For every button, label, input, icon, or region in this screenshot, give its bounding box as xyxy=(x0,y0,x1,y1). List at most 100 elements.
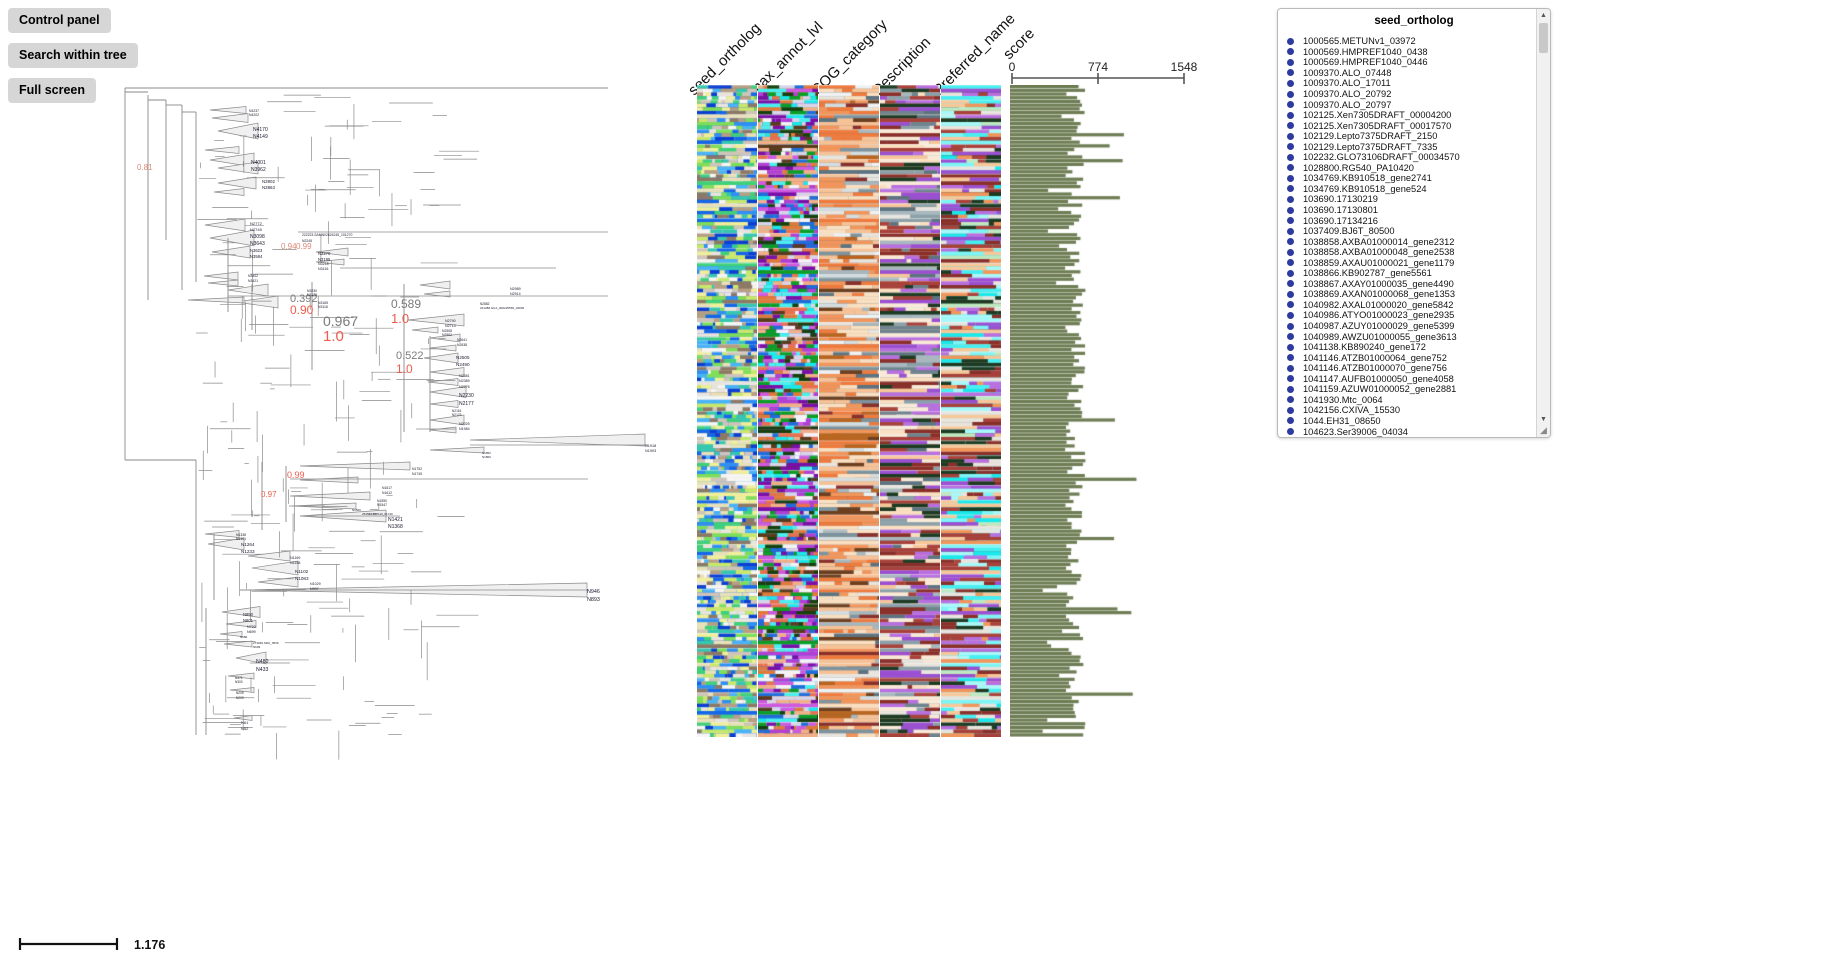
leaf-label[interactable]: N4202 xyxy=(249,113,259,117)
leaf-label[interactable]: N680 xyxy=(240,636,247,639)
leaf-label[interactable]: N1264 xyxy=(241,542,255,548)
leaf-label[interactable]: N4149 xyxy=(253,135,268,140)
legend-item[interactable]: 1009370.ALO_20792 xyxy=(1287,89,1537,100)
leaf-label[interactable]: N3584 xyxy=(250,254,262,259)
scroll-down-icon[interactable]: ▼ xyxy=(1537,413,1550,425)
legend-item[interactable]: 103690.17130219 xyxy=(1287,194,1537,205)
leaf-label[interactable]: N2914 xyxy=(510,292,521,297)
leaf-label[interactable]: N3270 xyxy=(318,251,330,256)
matrix-column-max_annot_lvl[interactable] xyxy=(758,85,818,737)
legend-item[interactable]: 103690.17130801 xyxy=(1287,205,1537,216)
leaf-label[interactable]: N893 xyxy=(587,597,600,603)
leaf-label[interactable]: N2638 xyxy=(457,343,467,347)
leaf-label[interactable]: N61 xyxy=(241,721,248,725)
leaf-label[interactable]: N209 xyxy=(236,696,244,700)
matrix-column-Preferred_name[interactable] xyxy=(941,85,1001,737)
leaf-label[interactable]: N3118 xyxy=(318,305,328,309)
leaf-label[interactable]: N1617 xyxy=(382,486,392,490)
phylogenetic-tree-panel[interactable]: 0.81 0.94 0.99 0.392 0.90 0.967 1.0 0.589 1.0 0.5… xyxy=(0,0,700,966)
leaf-label[interactable]: N2641 xyxy=(457,338,467,342)
leaf-label[interactable]: N3863 xyxy=(262,185,275,190)
matrix-column-seed_ortholog[interactable] xyxy=(697,85,757,737)
leaf-label[interactable]: N1301 xyxy=(236,537,246,541)
leaf-label[interactable]: N3402 xyxy=(248,274,258,278)
legend-item[interactable]: 104623.Ser39006_04034 xyxy=(1287,426,1537,437)
legend-item[interactable]: 102232.GLO73106DRAFT_00034570 xyxy=(1287,152,1537,163)
leaf-label[interactable]: N801 xyxy=(243,618,253,623)
leaf-label[interactable]: N480 xyxy=(256,659,268,665)
matrix-column-Description[interactable] xyxy=(880,85,940,737)
matrix-cells[interactable] xyxy=(941,85,1001,737)
matrix-column-score[interactable] xyxy=(1010,85,1190,737)
leaf-label[interactable]: N2772 xyxy=(250,222,262,226)
score-bars[interactable] xyxy=(1010,85,1190,737)
leaf-label[interactable]: N1158 xyxy=(290,561,300,566)
leaf-label[interactable]: N300 xyxy=(235,680,243,684)
leaf-label[interactable]: N2490 xyxy=(456,362,470,368)
legend-item[interactable]: 1041147.AUFB01000050_gene4058 xyxy=(1287,374,1537,385)
legend-item[interactable]: 1000569.HMPREF1040_0438 xyxy=(1287,47,1537,58)
legend-item[interactable]: 1000569.HMPREF1040_0446 xyxy=(1287,57,1537,68)
legend-item[interactable]: 102129.Lepto7375DRAFT_7335 xyxy=(1287,141,1537,152)
leaf-label[interactable]: N850 xyxy=(243,612,253,617)
legend-item[interactable]: 1034769.KB910518_gene2741 xyxy=(1287,173,1537,184)
legend-item[interactable]: 1041930.Mtc_0064 xyxy=(1287,395,1537,406)
legend-item[interactable]: 103690.17134216 xyxy=(1287,215,1537,226)
legend-item[interactable]: 102125.Xen7305DRAFT_00017570 xyxy=(1287,120,1537,131)
leaf-label[interactable]: N433 xyxy=(256,667,268,673)
leaf-label[interactable]: N3962 xyxy=(251,168,266,173)
legend-item[interactable]: 1034769.KB910518_gene524 xyxy=(1287,184,1537,195)
leaf-label[interactable]: N1984 xyxy=(459,427,470,432)
leaf-label[interactable]: N1752 xyxy=(412,467,422,471)
leaf-label[interactable]: N3643 xyxy=(250,242,265,247)
legend-item[interactable]: 1038858.AXBA01000014_gene2312 xyxy=(1287,236,1537,247)
leaf-label[interactable]: N3623 xyxy=(250,248,262,253)
legend-item[interactable]: 102129.Lepto7375DRAFT_2150 xyxy=(1287,131,1537,142)
leaf-label[interactable]: N52 xyxy=(241,727,248,731)
leaf-label[interactable]: N3179 xyxy=(307,293,317,297)
legend-item[interactable]: 1040986.ATYO01000023_gene2935 xyxy=(1287,310,1537,321)
legend-item[interactable]: 1041138.KB890240_gene172 xyxy=(1287,342,1537,353)
legend-item[interactable]: 1041159.AZUW01000052_gene2881 xyxy=(1287,384,1537,395)
leaf-label[interactable]: N1102 xyxy=(295,569,308,575)
leaf-label[interactable]: N2389 xyxy=(459,379,470,384)
legend-item[interactable]: 1038867.AXAY01000035_gene4490 xyxy=(1287,279,1537,290)
leaf-label[interactable]: N1903 xyxy=(645,449,656,454)
leaf-label[interactable]: N1083 xyxy=(295,576,309,582)
leaf-label[interactable]: N1612 xyxy=(382,491,392,495)
leaf-label[interactable]: N1233 xyxy=(241,549,255,555)
leaf-label[interactable]: N639 xyxy=(253,646,260,649)
scroll-up-icon[interactable]: ▲ xyxy=(1537,9,1550,21)
legend-panel[interactable]: seed_ortholog 1000565.METUNv1_03972 10005… xyxy=(1277,8,1551,438)
leaf-label[interactable]: N2177 xyxy=(459,402,474,407)
legend-item[interactable]: 1009370.ALO_07448 xyxy=(1287,68,1537,79)
legend-item-list[interactable]: 1000565.METUNv1_03972 1000569.HMPREF1040_… xyxy=(1278,36,1537,437)
legend-item[interactable]: 1000565.METUNv1_03972 xyxy=(1287,36,1537,47)
matrix-column-COG_category[interactable] xyxy=(819,85,879,737)
leaf-label[interactable]: N2123 xyxy=(452,413,461,417)
matrix-cells[interactable] xyxy=(819,85,879,737)
scrollbar-thumb[interactable] xyxy=(1539,23,1548,53)
matrix-cells[interactable] xyxy=(758,85,818,737)
leaf-label[interactable]: N2245 xyxy=(302,239,312,243)
leaf-label[interactable]: N4001 xyxy=(251,161,266,166)
matrix-cells[interactable] xyxy=(697,85,757,737)
resize-grip-icon[interactable]: ◢ xyxy=(1538,425,1549,436)
leaf-label[interactable]: N2230 xyxy=(459,394,474,399)
leaf-label[interactable]: N699 xyxy=(247,630,256,635)
matrix-cells[interactable] xyxy=(880,85,940,737)
leaf-label[interactable]: N3421 xyxy=(248,279,258,283)
legend-item[interactable]: 1038858.AXBA01000048_gene2538 xyxy=(1287,247,1537,258)
legend-item[interactable]: 1009370.ALO_20797 xyxy=(1287,99,1537,110)
leaf-label[interactable]: N4170 xyxy=(253,128,268,133)
leaf-label[interactable]: N3098 xyxy=(250,235,265,240)
legend-item[interactable]: 1038859.AXAU01000021_gene1179 xyxy=(1287,257,1537,268)
leaf-label[interactable]: N3902 xyxy=(262,179,275,184)
leaf-label[interactable]: N2505 xyxy=(456,355,470,361)
leaf-label[interactable]: N1745 xyxy=(412,472,422,476)
legend-item[interactable]: 1037409.BJ6T_80500 xyxy=(1287,226,1537,237)
leaf-label[interactable]: N997 xyxy=(310,587,319,592)
leaf-label[interactable]: N946 xyxy=(587,589,600,595)
legend-item[interactable]: 1041146.ATZB01000070_gene756 xyxy=(1287,363,1537,374)
legend-item[interactable]: 1042156.CXIVA_15530 xyxy=(1287,405,1537,416)
